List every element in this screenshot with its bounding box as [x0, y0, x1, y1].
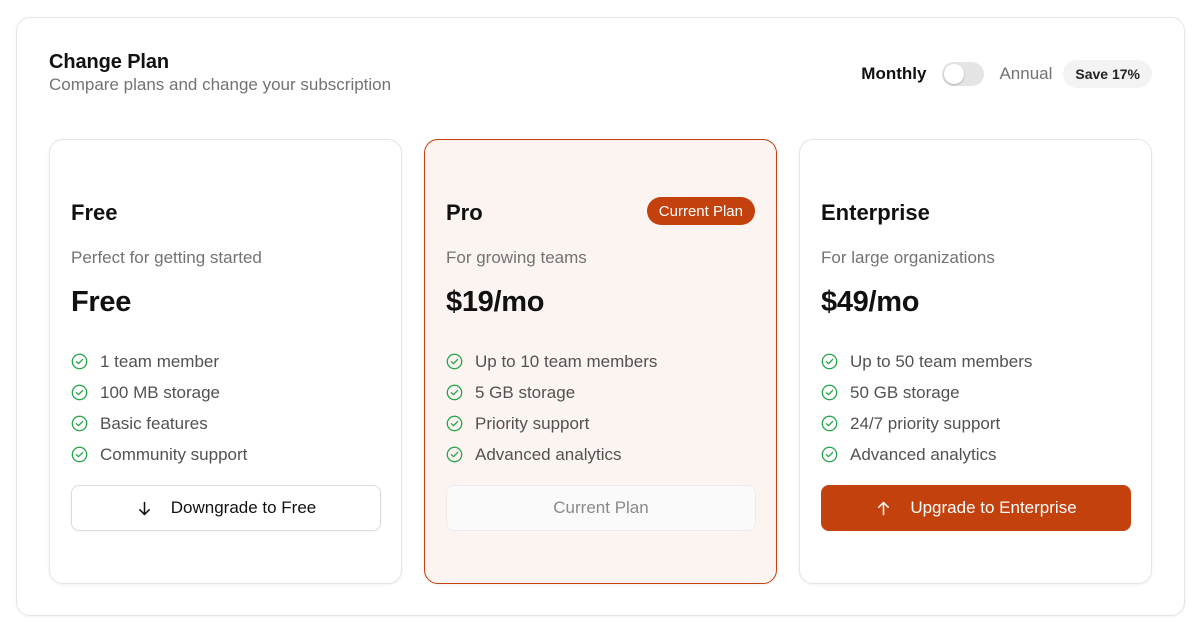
- plan-name: Free: [71, 200, 118, 225]
- feature-item: Up to 50 team members: [821, 346, 1032, 377]
- plan-name: Enterprise: [821, 200, 930, 225]
- check-circle-icon: [446, 384, 463, 401]
- feature-text: Advanced analytics: [475, 444, 622, 464]
- feature-text: Basic features: [100, 413, 208, 433]
- upgrade-button[interactable]: Upgrade to Enterprise: [821, 485, 1131, 531]
- check-circle-icon: [446, 353, 463, 370]
- feature-item: 100 MB storage: [71, 377, 247, 408]
- check-circle-icon: [446, 446, 463, 463]
- check-circle-icon: [71, 384, 88, 401]
- feature-item: Community support: [71, 439, 247, 470]
- feature-item: 24/7 priority support: [821, 408, 1032, 439]
- plan-card-enterprise: Enterprise For large organizations $49/m…: [799, 139, 1152, 584]
- change-plan-panel: Change Plan Compare plans and change you…: [16, 17, 1185, 616]
- plan-description: For large organizations: [821, 248, 995, 267]
- plan-card-free: Free Perfect for getting started Free 1 …: [49, 139, 402, 584]
- arrow-down-icon: [138, 501, 150, 515]
- plan-price: Free: [71, 286, 132, 318]
- feature-item: Up to 10 team members: [446, 346, 657, 377]
- feature-item: 1 team member: [71, 346, 247, 377]
- feature-text: 5 GB storage: [475, 382, 576, 402]
- feature-list: Up to 10 team members 5 GB storage Prior…: [446, 346, 657, 470]
- monthly-label[interactable]: Monthly: [861, 64, 926, 84]
- button-label: Current Plan: [553, 498, 649, 517]
- plan-description: For growing teams: [446, 248, 587, 267]
- feature-text: Advanced analytics: [850, 444, 997, 464]
- downgrade-button[interactable]: Downgrade to Free: [71, 485, 381, 531]
- feature-text: Priority support: [475, 413, 590, 433]
- plan-card-pro: Pro Current Plan For growing teams $19/m…: [424, 139, 777, 584]
- feature-item: Advanced analytics: [821, 439, 1032, 470]
- plan-price: $19/mo: [446, 286, 545, 318]
- check-circle-icon: [821, 446, 838, 463]
- plan-name: Pro: [446, 200, 483, 225]
- save-badge: Save 17%: [1063, 60, 1152, 88]
- check-circle-icon: [821, 384, 838, 401]
- billing-period-switch: Monthly Annual Save 17%: [861, 60, 1152, 88]
- current-plan-button: Current Plan: [446, 485, 756, 531]
- current-plan-badge: Current Plan: [646, 197, 755, 225]
- arrow-up-icon: [878, 501, 890, 515]
- check-circle-icon: [821, 353, 838, 370]
- feature-text: Community support: [100, 444, 248, 464]
- feature-item: Advanced analytics: [446, 439, 657, 470]
- feature-item: 50 GB storage: [821, 377, 1032, 408]
- feature-text: Up to 50 team members: [850, 351, 1033, 371]
- feature-item: Priority support: [446, 408, 657, 439]
- plan-description: Perfect for getting started: [71, 248, 262, 267]
- check-circle-icon: [821, 415, 838, 432]
- feature-item: Basic features: [71, 408, 247, 439]
- check-circle-icon: [71, 353, 88, 370]
- page-title: Change Plan: [49, 51, 170, 73]
- plan-price: $49/mo: [821, 286, 920, 318]
- feature-text: 24/7 priority support: [850, 413, 1001, 433]
- billing-toggle[interactable]: [942, 62, 985, 86]
- feature-text: 1 team member: [100, 351, 220, 371]
- feature-list: Up to 50 team members 50 GB storage 24/7…: [821, 346, 1032, 470]
- annual-label[interactable]: Annual: [999, 64, 1052, 84]
- toggle-knob: [944, 64, 965, 84]
- check-circle-icon: [71, 415, 88, 432]
- feature-text: 100 MB storage: [100, 382, 221, 402]
- check-circle-icon: [446, 415, 463, 432]
- page-subtitle: Compare plans and change your subscripti…: [49, 75, 392, 94]
- button-label: Downgrade to Free: [170, 498, 317, 517]
- button-label: Upgrade to Enterprise: [910, 498, 1077, 517]
- feature-list: 1 team member 100 MB storage Basic featu…: [71, 346, 247, 470]
- feature-text: 50 GB storage: [850, 382, 960, 402]
- check-circle-icon: [71, 446, 88, 463]
- feature-text: Up to 10 team members: [475, 351, 658, 371]
- feature-item: 5 GB storage: [446, 377, 657, 408]
